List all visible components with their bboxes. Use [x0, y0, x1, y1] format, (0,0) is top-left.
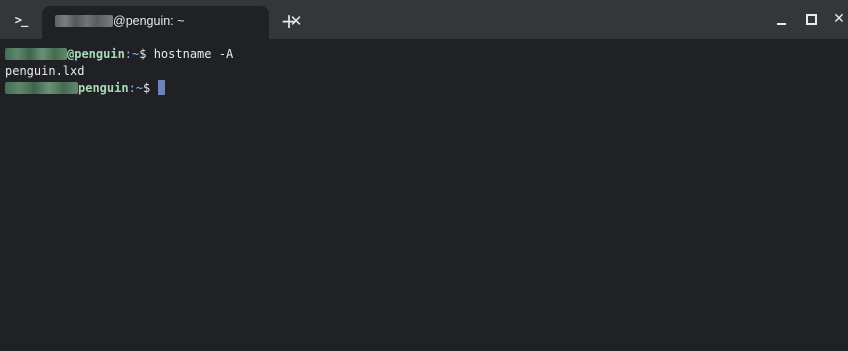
- prompt-host: penguin: [78, 81, 129, 95]
- terminal-line: @penguin:~$ hostname -A: [5, 46, 233, 63]
- tab-title-host: @penguin: ~: [113, 14, 185, 28]
- terminal-line: penguin:~$: [5, 80, 233, 97]
- terminal-output[interactable]: @penguin:~$ hostname -A penguin.lxd peng…: [5, 46, 233, 97]
- redacted-username: [5, 82, 78, 94]
- close-icon: ✕: [833, 11, 845, 27]
- tab-title: @penguin: ~: [55, 14, 184, 28]
- prompt-path: :~: [124, 47, 140, 61]
- tab-bar: >_ @penguin: ~ ✕ + ✕: [0, 0, 848, 39]
- prompt-user: penguin: [5, 81, 129, 95]
- redacted-username: [55, 15, 113, 27]
- command-text: hostname -A: [146, 47, 234, 61]
- minimize-button[interactable]: [772, 10, 790, 28]
- terminal-launcher-button[interactable]: >_: [0, 0, 42, 39]
- maximize-icon: [805, 13, 817, 25]
- prompt-symbol: $: [143, 81, 151, 95]
- terminal-line: penguin.lxd: [5, 63, 233, 80]
- close-window-button[interactable]: ✕: [830, 10, 848, 28]
- redacted-username: [5, 48, 67, 60]
- tab-terminal[interactable]: @penguin: ~ ✕: [42, 6, 302, 39]
- command-output: penguin.lxd: [5, 64, 85, 78]
- prompt-user: @penguin: [5, 47, 125, 61]
- prompt-host: @penguin: [67, 47, 125, 61]
- terminal-cursor: [157, 80, 165, 95]
- prompt-path: :~: [128, 81, 144, 95]
- minimize-icon: [776, 22, 786, 25]
- plus-icon[interactable]: +: [279, 11, 299, 31]
- terminal-icon: >_: [14, 12, 28, 27]
- terminal-window: >_ @penguin: ~ ✕ + ✕ @penguin:~$ hostnam…: [0, 0, 848, 351]
- maximize-button[interactable]: [802, 10, 820, 28]
